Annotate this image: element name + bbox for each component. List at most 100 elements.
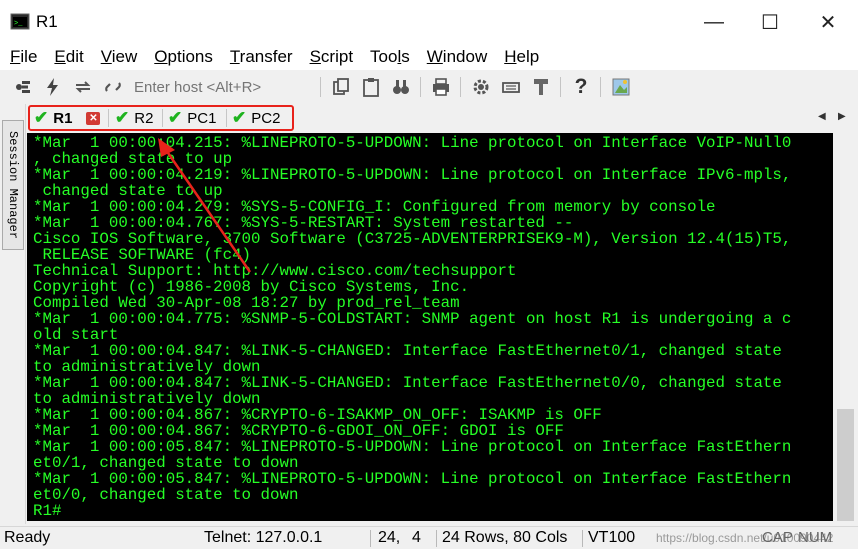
status-ready: Ready xyxy=(4,529,51,546)
status-caps: CAP xyxy=(762,529,793,546)
tab-label: R1 xyxy=(53,109,73,127)
menu-bar: File Edit View Options Transfer Script Tools Wi… xyxy=(0,44,858,70)
scrollbar-thumb[interactable] xyxy=(837,409,854,521)
toolbar-separator xyxy=(560,77,561,97)
minimize-icon: — xyxy=(704,10,724,33)
toolbar-separator xyxy=(460,77,461,97)
quick-connect-icon[interactable] xyxy=(42,76,64,98)
terminal-line: *Mar 1 00:00:04.847: %LINK-5-CHANGED: In… xyxy=(33,374,782,392)
terminal-line: to administratively down xyxy=(33,390,261,408)
menu-script[interactable]: Script xyxy=(310,47,353,67)
terminal-line: *Mar 1 00:00:05.847: %LINEPROTO-5-UPDOWN… xyxy=(33,470,792,488)
tab-pc1[interactable]: ✔ PC1 xyxy=(168,108,216,128)
status-cursor-col: 4 xyxy=(412,529,421,546)
help-icon[interactable]: ? xyxy=(570,75,592,98)
tab-scroll-left-icon[interactable]: ◀ xyxy=(818,111,826,122)
terminal-line: Copyright (c) 1986-2008 by Cisco Systems… xyxy=(33,278,470,296)
terminal-line: et0/1, changed state to down xyxy=(33,454,299,472)
tab-label: R2 xyxy=(134,109,154,127)
toolbar-separator xyxy=(420,77,421,97)
terminal-line: old start xyxy=(33,326,119,344)
status-cursor-row: 24, xyxy=(378,529,401,546)
reconnect-icon[interactable] xyxy=(72,76,94,98)
connected-check-icon: ✔ xyxy=(232,108,247,127)
toolbar-separator xyxy=(600,77,601,97)
tab-close-icon[interactable]: ✕ xyxy=(86,111,101,125)
tab-separator xyxy=(226,109,227,127)
terminal-line: *Mar 1 00:00:04.219: %LINEPROTO-5-UPDOWN… xyxy=(33,166,792,184)
toolbar-separator xyxy=(320,77,321,97)
terminal-line: *Mar 1 00:00:04.847: %LINK-5-CHANGED: In… xyxy=(33,342,782,360)
tab-scroll-right-icon[interactable]: ▶ xyxy=(838,111,846,122)
terminal-line: *Mar 1 00:00:04.775: %SNMP-5-COLDSTART: … xyxy=(33,310,792,328)
terminal-line: *Mar 1 00:00:04.867: %CRYPTO-6-ISAKMP_ON… xyxy=(33,406,602,424)
tab-separator xyxy=(162,109,163,127)
window-title: R1 xyxy=(36,12,58,31)
settings-icon[interactable] xyxy=(470,76,492,98)
terminal-line: to administratively down xyxy=(33,358,261,376)
menu-options[interactable]: Options xyxy=(154,47,213,67)
status-size: 24 Rows, 80 Cols xyxy=(442,529,568,546)
status-separator xyxy=(370,530,371,547)
session-manager-label: Session Manager xyxy=(6,130,20,240)
minimize-button[interactable]: — xyxy=(686,0,742,44)
menu-transfer[interactable]: Transfer xyxy=(230,47,293,67)
status-separator xyxy=(436,530,437,547)
menu-tools[interactable]: Tools xyxy=(370,47,410,67)
tab-r1[interactable]: ✔ R1 ✕ xyxy=(34,108,101,128)
session-tabs: ✔ R1 ✕ ✔ R2 ✔ PC1 ✔ PC2 ◀ ▶ xyxy=(26,104,858,133)
app-icon: >_ xyxy=(10,13,30,30)
terminal-line: RELEASE SOFTWARE (fc4) xyxy=(33,246,252,264)
tab-label: PC2 xyxy=(251,109,281,127)
status-separator xyxy=(582,530,583,547)
connect-icon[interactable] xyxy=(12,76,34,98)
terminal-line: et0/0, changed state to down xyxy=(33,486,299,504)
connected-check-icon: ✔ xyxy=(115,108,130,127)
keymap-icon[interactable] xyxy=(500,76,522,98)
title-bar: >_ R1 — ☐ ✕ xyxy=(0,0,858,44)
terminal-line: *Mar 1 00:00:04.767: %SYS-5-RESTART: Sys… xyxy=(33,214,574,232)
connected-check-icon: ✔ xyxy=(168,108,183,127)
tab-separator xyxy=(108,109,109,127)
session-manager-tab[interactable]: Session Manager xyxy=(2,120,24,250)
host-input[interactable] xyxy=(134,76,304,98)
paste-icon[interactable] xyxy=(360,76,382,98)
tab-label: PC1 xyxy=(187,109,217,127)
status-connection: Telnet: 127.0.0.1 xyxy=(204,529,323,546)
terminal-line: *Mar 1 00:00:04.867: %CRYPTO-6-GDOI_ON_O… xyxy=(33,422,564,440)
terminal-output: *Mar 1 00:00:04.215: %LINEPROTO-5-UPDOWN… xyxy=(33,135,791,519)
menu-help[interactable]: Help xyxy=(504,47,539,67)
menu-edit[interactable]: Edit xyxy=(54,47,83,67)
print-icon[interactable] xyxy=(430,76,452,98)
menu-view[interactable]: View xyxy=(101,47,138,67)
session-manager-bar: Session Manager xyxy=(0,104,26,524)
status-emulation: VT100 xyxy=(588,529,636,546)
status-bar: Ready Telnet: 127.0.0.1 24, 4 24 Rows, 8… xyxy=(0,526,858,549)
close-button[interactable]: ✕ xyxy=(800,0,856,44)
maximize-button[interactable]: ☐ xyxy=(742,0,798,44)
terminal-line: , changed state to up xyxy=(33,150,233,168)
terminal-line: changed state to up xyxy=(33,182,223,200)
terminal-scrollbar[interactable] xyxy=(833,133,858,521)
sftp-icon[interactable] xyxy=(530,76,552,98)
close-icon: ✕ xyxy=(819,11,837,34)
status-num: NUM xyxy=(798,529,833,546)
terminal-line: Technical Support: http://www.cisco.com/… xyxy=(33,262,517,280)
tab-r2[interactable]: ✔ R2 xyxy=(115,108,153,128)
find-icon[interactable] xyxy=(390,76,412,98)
copy-icon[interactable] xyxy=(330,76,352,98)
tab-pc2[interactable]: ✔ PC2 xyxy=(232,108,280,128)
connected-check-icon: ✔ xyxy=(34,108,49,127)
map-icon[interactable] xyxy=(610,76,632,98)
terminal-line: *Mar 1 00:00:05.847: %LINEPROTO-5-UPDOWN… xyxy=(33,438,792,456)
terminal-line: *Mar 1 00:00:04.279: %SYS-5-CONFIG_I: Co… xyxy=(33,198,716,216)
disconnect-icon[interactable] xyxy=(102,76,124,98)
terminal-line: Cisco IOS Software, 3700 Software (C3725… xyxy=(33,230,792,248)
menu-file[interactable]: File xyxy=(10,47,37,67)
terminal-line: Compiled Wed 30-Apr-08 18:27 by prod_rel… xyxy=(33,294,460,312)
svg-text:>_: >_ xyxy=(14,20,23,28)
terminal-line: *Mar 1 00:00:04.215: %LINEPROTO-5-UPDOWN… xyxy=(33,134,792,152)
maximize-icon: ☐ xyxy=(761,11,779,34)
terminal-window[interactable]: *Mar 1 00:00:04.215: %LINEPROTO-5-UPDOWN… xyxy=(27,133,833,521)
menu-window[interactable]: Window xyxy=(427,47,487,67)
